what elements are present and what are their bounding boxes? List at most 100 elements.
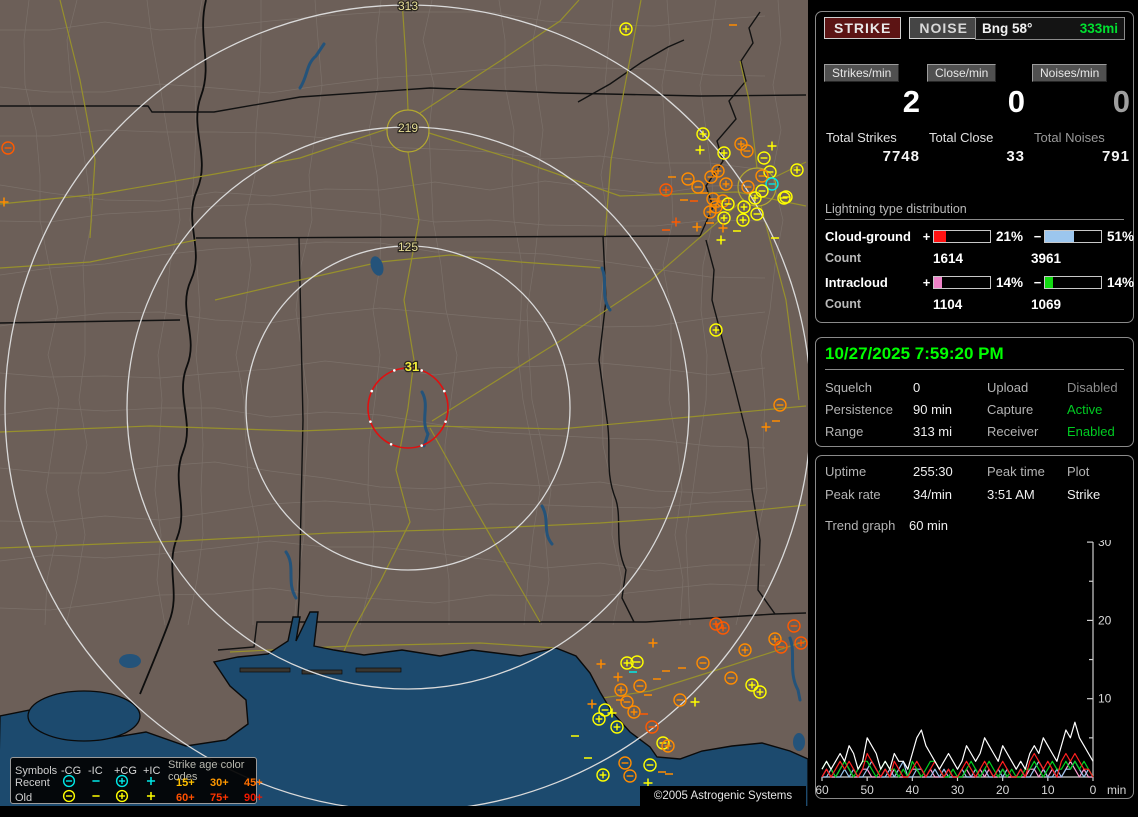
total-close-label: Total Close <box>929 130 994 145</box>
lightning-distribution: Lightning type distribution Cloud-ground… <box>825 202 1134 312</box>
legend-recent-row: Recent 15+ 30+ 45+ <box>15 774 263 789</box>
peak-time-value: 3:51 AM <box>987 487 1035 502</box>
strikes-per-min-badge[interactable]: Strikes/min <box>824 64 900 82</box>
trend-window-value: 60 min <box>908 518 948 533</box>
squelch-label: Squelch <box>825 380 872 395</box>
squelch-value: 0 <box>913 380 921 395</box>
legend-symbol-cm <box>61 789 88 806</box>
legend-symbol-m <box>88 789 114 806</box>
legend-symbols-label: Symbols <box>15 765 58 777</box>
total-strikes-label: Total Strikes <box>826 130 897 145</box>
ic-count-row: Count 1104 1069 <box>825 297 1124 312</box>
intracloud-row: Intracloud + 14% − 14% <box>825 275 1134 290</box>
legend-age-75+: 75+ <box>210 791 229 804</box>
svg-text:60: 60 <box>816 783 829 797</box>
svg-text:10: 10 <box>1041 783 1055 797</box>
instrument-panel: STRIKE NOISE Bng 58° 333mi Strikes/min 2 … <box>812 0 1138 812</box>
status-panel: 10/27/2025 7:59:20 PM Squelch 0 Upload D… <box>815 337 1134 447</box>
ic-negative-pct: 14% <box>1107 275 1135 290</box>
legend-header-row: Symbols -CG -IC +CG +IC Strike age color… <box>15 759 256 783</box>
trend-panel: Uptime 255:30 Peak time Plot Peak rate 3… <box>815 455 1134 799</box>
svg-text:0: 0 <box>1090 783 1097 797</box>
uptime-value: 255:30 <box>913 464 953 479</box>
upload-status: Disabled <box>1067 380 1118 395</box>
plus-sign: + <box>922 275 931 290</box>
strikes-rate-value: 2 <box>902 84 920 119</box>
lightning-map[interactable]: 313 219 125 31 Symbols -CG -IC +CG +IC Stri… <box>0 0 812 815</box>
total-noises-label: Total Noises <box>1034 130 1105 145</box>
cg-count-label: Count <box>825 251 862 265</box>
capture-label: Capture <box>987 402 1034 417</box>
noises-rate-value: 0 <box>1112 84 1130 119</box>
svg-text:20: 20 <box>1098 613 1112 627</box>
plot-label: Plot <box>1067 464 1090 479</box>
svg-text:125: 125 <box>398 240 418 254</box>
legend-old-row: Old 60+ 75+ 90+ <box>15 789 263 806</box>
minus-sign: − <box>1033 229 1042 244</box>
total-strikes-value: 7748 <box>882 148 920 165</box>
ic-count-label: Count <box>825 297 862 311</box>
peak-time-label: Peak time <box>987 464 1045 479</box>
legend-age-90+: 90+ <box>244 791 263 804</box>
close-counter: Close/min 0 Total Close 33 <box>927 64 1029 194</box>
cg-count-row: Count 1614 3961 <box>825 251 1124 266</box>
svg-text:219: 219 <box>398 121 418 135</box>
strikes-counter: Strikes/min 2 Total Strikes 7748 <box>824 64 924 194</box>
svg-text:30: 30 <box>1098 540 1112 549</box>
copyright-notice: ©2005 Astrogenic Systems <box>640 786 806 806</box>
range-value: 333mi <box>1079 21 1118 36</box>
cg-positive-pct: 21% <box>996 229 1024 244</box>
minus-sign: − <box>1033 275 1042 290</box>
svg-text:31: 31 <box>405 359 419 374</box>
legend-age-60+: 60+ <box>176 791 195 804</box>
persistence-value: 90 min <box>913 402 953 417</box>
capture-status: Active <box>1067 402 1103 417</box>
legend-age-45+: 45+ <box>244 776 263 789</box>
bearing-value: Bng 58° <box>982 21 1033 36</box>
close-per-min-badge[interactable]: Close/min <box>927 64 997 82</box>
persistence-label: Persistence <box>825 402 893 417</box>
counters-panel: STRIKE NOISE Bng 58° 333mi Strikes/min 2 … <box>815 11 1134 323</box>
svg-text:313: 313 <box>398 0 418 13</box>
ic-positive-count: 1104 <box>933 297 963 312</box>
noises-per-min-badge[interactable]: Noises/min <box>1032 64 1108 82</box>
legend-recent-label: Recent <box>15 776 50 789</box>
svg-text:20: 20 <box>996 783 1010 797</box>
cg-negative-bar <box>1044 230 1102 243</box>
cg-negative-pct: 51% <box>1107 229 1135 244</box>
bearing-range-readout: Bng 58° 333mi <box>975 17 1125 40</box>
svg-text:10: 10 <box>1098 692 1112 706</box>
cloud-ground-row: Cloud-ground + 21% − 51% <box>825 229 1134 244</box>
strike-toggle-button[interactable]: STRIKE <box>824 17 902 39</box>
range-label: Range <box>825 424 864 439</box>
svg-text:50: 50 <box>860 783 874 797</box>
plot-mode-value: Strike <box>1067 487 1101 502</box>
ic-negative-count: 1069 <box>1031 297 1062 312</box>
ic-positive-bar <box>933 276 991 289</box>
cg-negative-count: 3961 <box>1031 251 1062 266</box>
intracloud-label: Intracloud <box>825 275 888 290</box>
legend-old-label: Old <box>15 791 33 804</box>
peak-rate-label: Peak rate <box>825 487 881 502</box>
map-bottom-edge <box>0 806 808 812</box>
distribution-title: Lightning type distribution <box>825 202 1124 220</box>
noise-toggle-button[interactable]: NOISE <box>909 17 978 39</box>
legend-symbol-cp <box>114 789 143 806</box>
map-legend: Symbols -CG -IC +CG +IC Strike age color… <box>10 757 263 806</box>
ic-negative-bar <box>1044 276 1102 289</box>
cg-positive-count: 1614 <box>933 251 964 266</box>
range-setting-value: 313 mi <box>913 424 953 439</box>
uptime-label: Uptime <box>825 464 867 479</box>
upload-label: Upload <box>987 380 1029 395</box>
close-rate-value: 0 <box>1007 84 1025 119</box>
legend-age-30+: 30+ <box>210 776 229 789</box>
receiver-label: Receiver <box>987 424 1039 439</box>
cloud-ground-label: Cloud-ground <box>825 229 911 244</box>
legend-symbol-p <box>143 789 168 806</box>
svg-text:40: 40 <box>906 783 920 797</box>
svg-text:min: min <box>1107 783 1126 797</box>
noises-counter: Noises/min 0 Total Noises 791 <box>1032 64 1134 194</box>
ic-positive-pct: 14% <box>996 275 1024 290</box>
map-canvas[interactable]: 313 219 125 31 <box>0 0 812 815</box>
total-noises-value: 791 <box>1101 148 1130 165</box>
